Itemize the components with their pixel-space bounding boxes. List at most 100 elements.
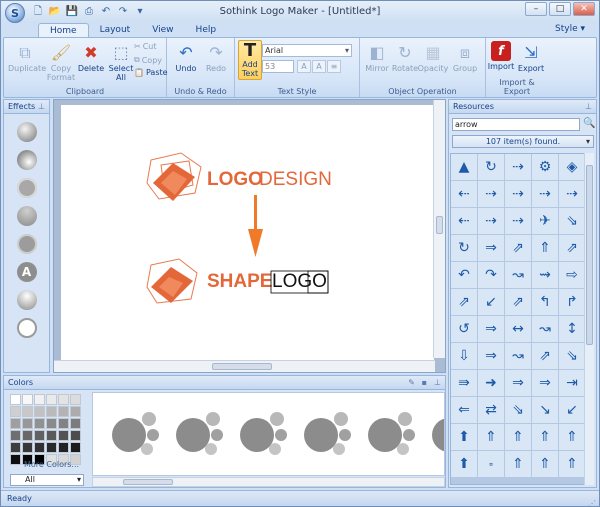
color-swatch[interactable] (70, 430, 81, 441)
color-swatch[interactable] (70, 394, 81, 405)
font-family-select[interactable]: Arial (262, 44, 352, 57)
resource-arrow-icon[interactable]: ⇒ (478, 235, 504, 261)
effect-swatch[interactable] (16, 318, 37, 338)
resource-arrow-icon[interactable]: ⇛ (451, 370, 477, 396)
gradient-swatch[interactable] (141, 443, 153, 455)
effect-swatch[interactable] (16, 122, 37, 142)
resource-arrow-icon[interactable]: ⇠ (451, 208, 477, 234)
import-button[interactable]: f Import (484, 41, 518, 71)
undo-button[interactable]: ↶ Undo (169, 41, 203, 73)
canvas-horizontal-scrollbar[interactable] (54, 360, 435, 372)
palette-scrollbar[interactable] (92, 477, 445, 487)
resource-arrow-icon[interactable]: ⇢ (505, 208, 531, 234)
resource-arrow-icon[interactable]: ◈ (559, 154, 585, 180)
color-swatch[interactable] (70, 406, 81, 417)
resource-arrow-icon[interactable]: ⇢ (505, 154, 531, 180)
color-swatch[interactable] (34, 394, 45, 405)
resource-arrow-icon[interactable]: ⇢ (559, 181, 585, 207)
gradient-swatch[interactable] (205, 443, 217, 455)
resource-arrow-icon[interactable]: ⬆ (451, 451, 477, 477)
resource-arrow-icon[interactable]: ⇘ (559, 208, 585, 234)
resource-arrow-icon[interactable]: ⇘ (505, 397, 531, 423)
resource-arrow-icon[interactable]: ⇑ (532, 424, 558, 450)
gradient-swatch[interactable] (147, 429, 159, 441)
resource-arrow-icon[interactable]: ⇑ (505, 451, 531, 477)
logo-text-top-a[interactable]: LOGO (207, 169, 263, 190)
arrow-head[interactable] (248, 229, 263, 257)
resource-arrow-icon[interactable]: ↱ (559, 289, 585, 315)
effect-swatch[interactable] (16, 290, 37, 310)
resource-arrow-icon[interactable]: ↶ (451, 262, 477, 288)
resource-arrow-icon[interactable]: ⇗ (559, 235, 585, 261)
style-menu[interactable]: Style ▾ (555, 24, 585, 34)
color-swatch[interactable] (22, 430, 33, 441)
resource-arrow-icon[interactable]: ⬞ (478, 451, 504, 477)
font-style-button[interactable]: A (297, 60, 311, 73)
resource-arrow-icon[interactable]: ⬆ (451, 424, 477, 450)
color-swatch[interactable] (34, 418, 45, 429)
color-swatch[interactable] (34, 430, 45, 441)
resource-arrow-icon[interactable]: ⇥ (559, 370, 585, 396)
resource-arrow-icon[interactable]: ⇠ (451, 181, 477, 207)
color-swatch[interactable] (34, 442, 45, 453)
scroll-thumb[interactable] (123, 479, 173, 485)
resource-arrow-icon[interactable]: ⇢ (478, 181, 504, 207)
resource-arrow-icon[interactable]: ↝ (532, 316, 558, 342)
color-swatch[interactable] (10, 454, 21, 465)
resource-arrow-icon[interactable]: ↺ (451, 316, 477, 342)
color-swatch[interactable] (22, 418, 33, 429)
text-align-button[interactable]: ≡ (327, 60, 341, 73)
resource-arrow-icon[interactable]: ↝ (505, 262, 531, 288)
resource-arrow-icon[interactable]: ⇘ (559, 343, 585, 369)
logo-mark-top[interactable] (146, 152, 202, 201)
logo-text-bottom-b[interactable]: LOGO (272, 271, 327, 292)
close-button[interactable]: ✕ (573, 2, 595, 16)
color-swatch[interactable] (58, 406, 69, 417)
resource-arrow-icon[interactable]: ⇝ (532, 262, 558, 288)
scroll-thumb[interactable] (212, 363, 272, 370)
effect-swatch[interactable] (16, 234, 37, 254)
resize-grip-icon[interactable]: ⋰ (588, 496, 596, 506)
maximize-button[interactable]: □ (549, 2, 571, 16)
resource-arrow-icon[interactable]: ↘ (532, 397, 558, 423)
resource-arrow-icon[interactable]: ⇢ (532, 181, 558, 207)
cut-button[interactable]: ✂ Cut (134, 42, 157, 51)
resource-arrow-icon[interactable]: ⇑ (532, 451, 558, 477)
pin-icon[interactable]: ⊥ (585, 100, 592, 113)
color-swatch[interactable] (22, 406, 33, 417)
group-button[interactable]: ⧈ Group (448, 41, 482, 73)
resource-arrow-icon[interactable]: ⚙ (532, 154, 558, 180)
scroll-thumb[interactable] (436, 216, 443, 234)
color-swatch[interactable] (22, 442, 33, 453)
resource-arrow-icon[interactable]: ⇑ (559, 424, 585, 450)
resource-arrow-icon[interactable]: ⇢ (478, 208, 504, 234)
resource-arrow-icon[interactable]: ▲ (451, 154, 477, 180)
resource-arrow-icon[interactable]: ⇒ (532, 370, 558, 396)
effect-swatch[interactable] (16, 178, 37, 198)
gradient-swatch[interactable] (269, 443, 281, 455)
resource-arrow-icon[interactable]: ⇗ (505, 235, 531, 261)
gradient-swatch[interactable] (112, 418, 146, 452)
logo-mark-bottom[interactable] (146, 258, 198, 304)
results-count-dropdown[interactable]: 107 item(s) found. (452, 135, 594, 148)
resource-arrow-icon[interactable]: ⇑ (532, 235, 558, 261)
font-size-input[interactable]: 53 (262, 60, 294, 73)
resource-arrow-icon[interactable]: ⇢ (505, 181, 531, 207)
resource-arrow-icon[interactable]: ↔ (505, 316, 531, 342)
color-swatch[interactable] (46, 406, 57, 417)
scroll-thumb[interactable] (586, 165, 593, 345)
resource-arrow-icon[interactable]: ⇒ (478, 316, 504, 342)
gradient-swatch[interactable] (206, 412, 220, 426)
resource-arrow-icon[interactable]: ↻ (451, 235, 477, 261)
resource-arrow-icon[interactable]: ⇑ (505, 424, 531, 450)
redo-button[interactable]: ↷ Redo (199, 41, 233, 73)
resource-arrow-icon[interactable]: ⇒ (478, 343, 504, 369)
more-colors-link[interactable]: More Colors... (24, 460, 79, 469)
resource-arrow-icon[interactable]: ⇑ (559, 451, 585, 477)
color-swatch[interactable] (70, 418, 81, 429)
gradient-swatch[interactable] (176, 418, 210, 452)
tab-home[interactable]: Home (38, 23, 89, 38)
text-size-button[interactable]: A (312, 60, 326, 73)
color-swatch[interactable] (46, 442, 57, 453)
delete-button[interactable]: ✖ Delete (74, 41, 108, 73)
